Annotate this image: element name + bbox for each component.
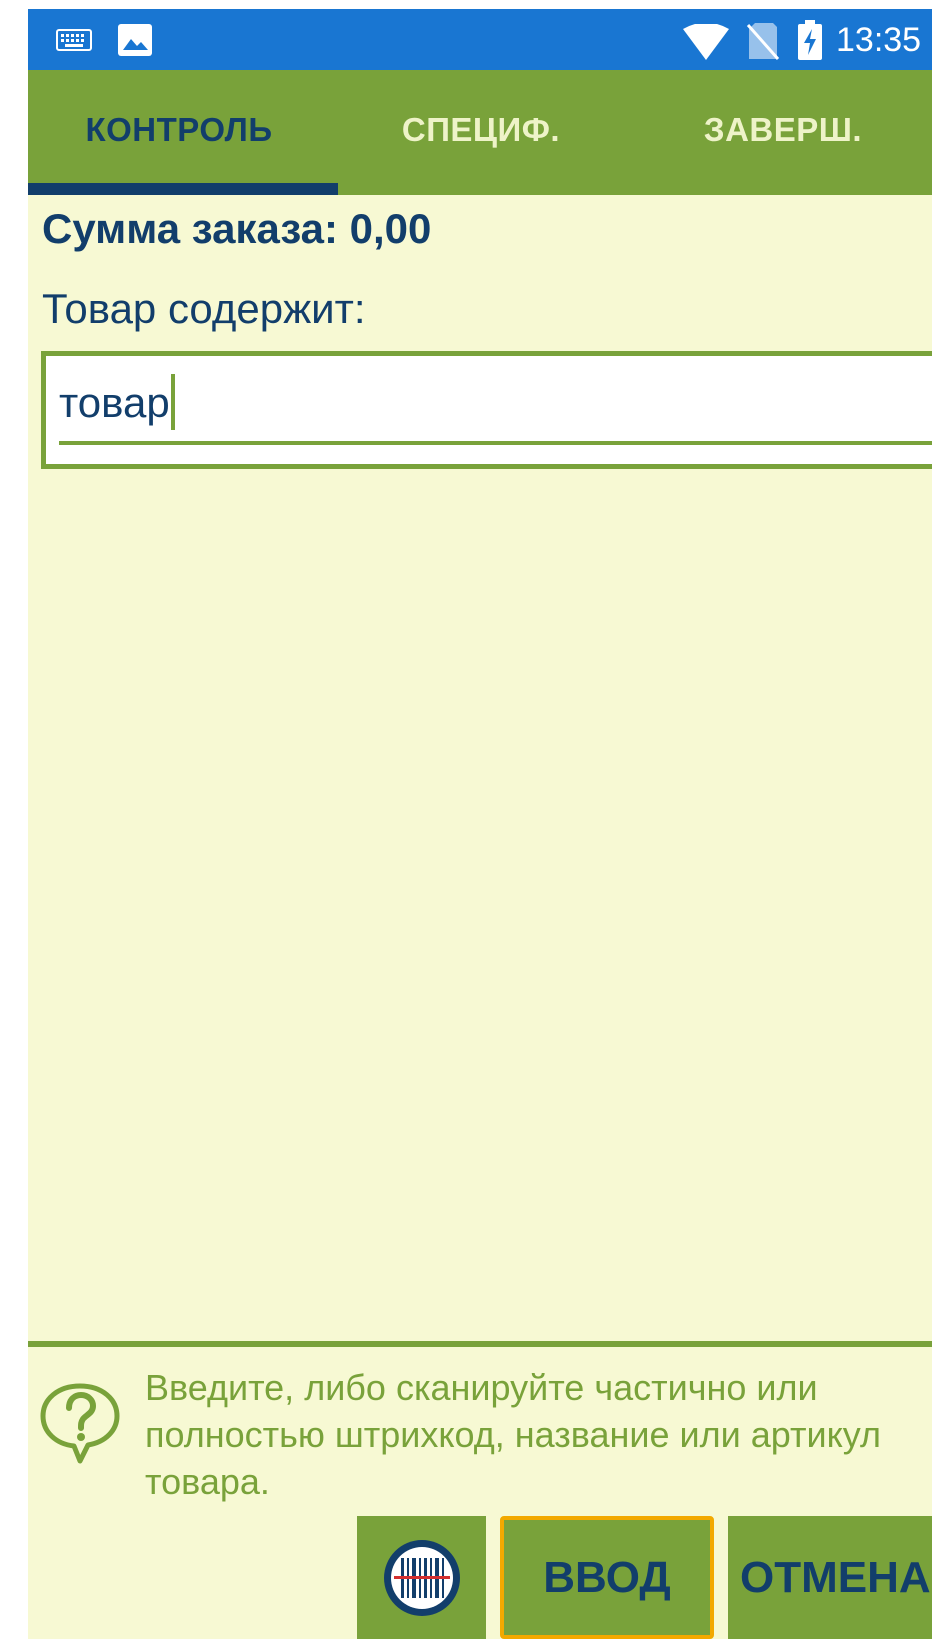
tab-kontrol[interactable]: КОНТРОЛЬ bbox=[28, 70, 330, 195]
tab-bar: КОНТРОЛЬ СПЕЦИФ. ЗАВЕРШ. bbox=[28, 70, 932, 195]
keyboard-icon bbox=[56, 29, 92, 51]
status-bar: 13:35 bbox=[28, 9, 932, 70]
search-input[interactable]: товар bbox=[41, 351, 932, 469]
tab-specif[interactable]: СПЕЦИФ. bbox=[330, 70, 632, 195]
active-tab-indicator bbox=[28, 183, 338, 195]
no-sim-icon bbox=[746, 23, 780, 60]
cancel-button[interactable]: ОТМЕНА bbox=[728, 1516, 932, 1639]
battery-charging-icon bbox=[798, 20, 822, 60]
input-underline bbox=[59, 441, 932, 445]
order-sum: Сумма заказа: 0,00 bbox=[42, 205, 432, 252]
tab-zaversh[interactable]: ЗАВЕРШ. bbox=[632, 70, 932, 195]
divider bbox=[28, 1341, 932, 1347]
help-question-icon bbox=[40, 1383, 120, 1464]
search-label: Товар содержит: bbox=[42, 285, 366, 332]
text-caret bbox=[170, 374, 175, 430]
status-time: 13:35 bbox=[836, 21, 922, 59]
hint-text: Введите, либо сканируйте частично или по… bbox=[145, 1367, 881, 1502]
barcode-scan-icon bbox=[383, 1539, 460, 1616]
search-input-value: товар bbox=[59, 379, 170, 427]
image-icon bbox=[118, 24, 152, 56]
wifi-icon bbox=[683, 24, 729, 60]
app-screen: 13:35 КОНТРОЛЬ СПЕЦИФ. ЗАВЕРШ. Сумма зак… bbox=[28, 9, 932, 1639]
enter-button[interactable]: ВВОД bbox=[500, 1516, 714, 1639]
scan-button[interactable] bbox=[357, 1516, 486, 1639]
